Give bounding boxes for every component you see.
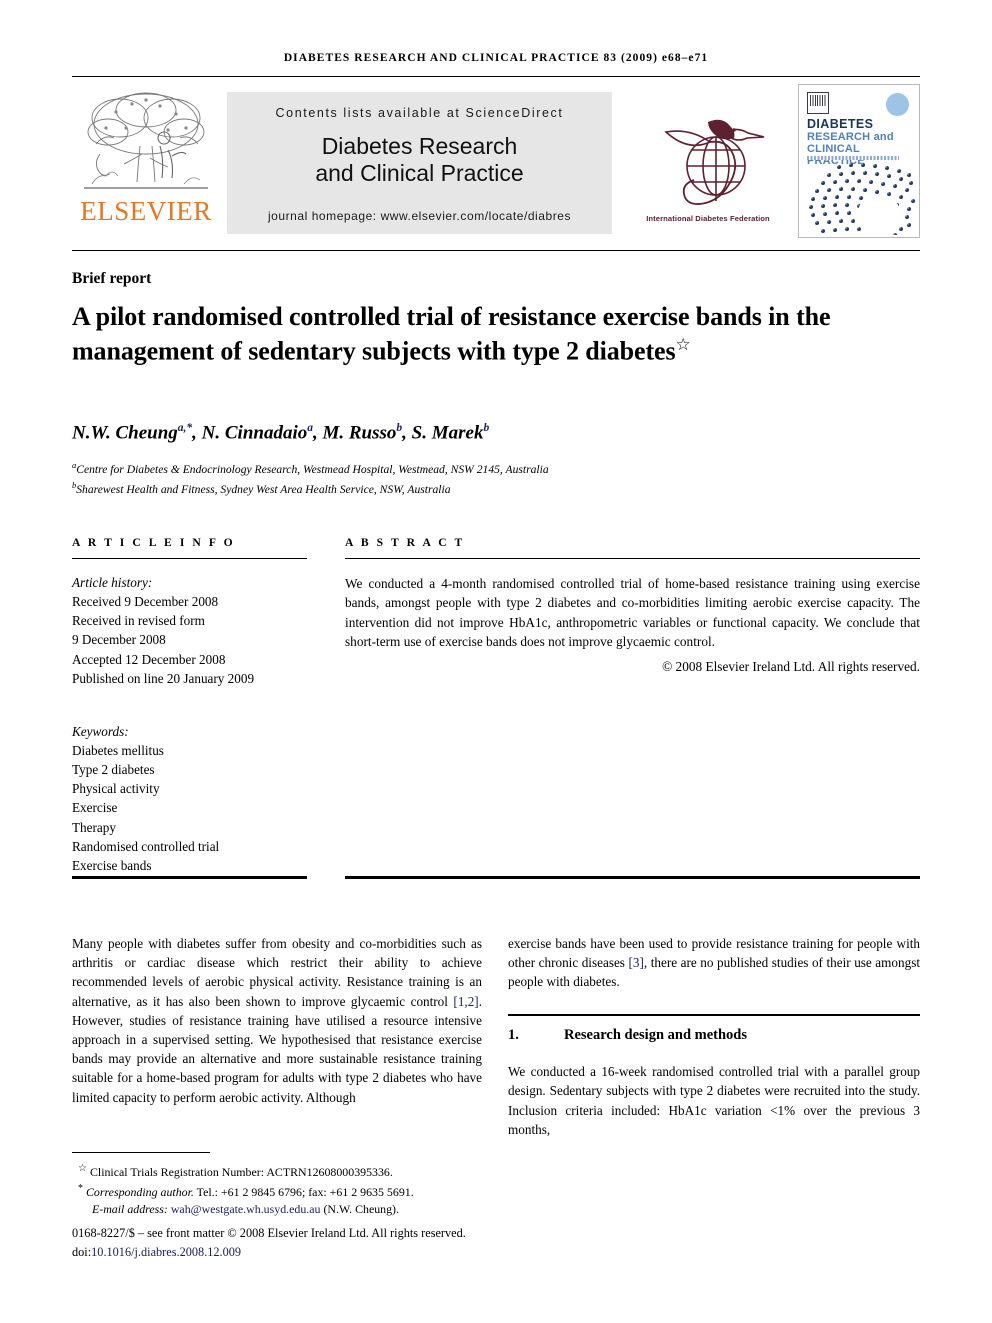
email-label: E-mail address: [92, 1202, 168, 1217]
author-list: N.W. Cheunga,*, N. Cinnadaioa, M. Russob… [72, 422, 490, 444]
section-title: Research design and methods [564, 1027, 748, 1044]
keywords-block: Keywords: Diabetes mellitus Type 2 diabe… [72, 722, 307, 875]
footnote-trial-text: Clinical Trials Registration Number: ACT… [89, 1164, 393, 1179]
section-heading-rule [508, 1013, 920, 1017]
imprint-line: 0168-8227/$ – see front matter © 2008 El… [72, 1225, 466, 1240]
hummingbird-globe-icon [664, 119, 765, 205]
doi-link[interactable]: 10.1016/j.diabres.2008.12.009 [91, 1245, 241, 1259]
article-info-heading: A R T I C L E I N F O [72, 536, 236, 549]
corresponding-author-label: Corresponding author. [85, 1184, 194, 1199]
page-title: A pilot randomised controlled trial of r… [72, 300, 872, 369]
article-history-label: Article history: [72, 575, 153, 590]
article-info-rule [72, 558, 307, 559]
article-title-text: A pilot randomised controlled trial of r… [72, 302, 831, 366]
history-item: Published on line 20 January 2009 [72, 670, 255, 686]
footnote-marker-asterisk: * [78, 1182, 83, 1194]
footnote-trial-registration: ☆ Clinical Trials Registration Number: A… [72, 1162, 542, 1182]
idf-logo: International Diabetes Federation [628, 90, 788, 236]
abstract-bottom-rule [345, 876, 920, 879]
history-item: 9 December 2008 [72, 632, 166, 648]
intro-paragraph-left: Many people with diabetes suffer from ob… [72, 934, 482, 1107]
intro-paragraph-right: exercise bands have been used to provide… [508, 934, 920, 992]
footnotes: ☆ Clinical Trials Registration Number: A… [72, 1162, 542, 1261]
article-type-label: Brief report [72, 270, 152, 287]
journal-title: Diabetes Research and Clinical Practice [315, 133, 523, 186]
sciencedirect-line: Contents lists available at ScienceDirec… [275, 106, 564, 120]
title-footnote-marker: ☆ [675, 335, 691, 355]
intro-text-a: Many people with diabetes suffer from ob… [72, 936, 482, 1009]
article-info-bottom-rule [72, 876, 307, 879]
section-heading: 1. Research design and methods [508, 1027, 920, 1044]
cover-subtitle-bar [807, 156, 899, 160]
citation-link-3[interactable]: [3] [628, 955, 643, 970]
elsevier-logo: ELSEVIER [72, 84, 220, 242]
cover-dot-pattern-icon [809, 163, 915, 235]
keyword-item: Exercise bands [72, 857, 152, 873]
keyword-item: Diabetes mellitus [72, 742, 164, 758]
cover-elsevier-mark-icon [807, 92, 829, 114]
abstract-rule [345, 558, 920, 559]
section-number: 1. [508, 1027, 519, 1044]
article-info-column: A R T I C L E I N F O Article history: R… [72, 536, 307, 875]
journal-title-line2: and Clinical Practice [315, 159, 524, 186]
intro-text-b: . However, studies of resistance trainin… [72, 993, 482, 1105]
affiliation-b: bSharewest Health and Fitness, Sydney We… [72, 480, 451, 497]
corresponding-author-contact: Tel.: +61 2 9845 6796; fax: +61 2 9635 5… [193, 1184, 414, 1199]
keyword-item: Exercise [72, 800, 118, 816]
doi-line: doi:10.1016/j.diabres.2008.12.009 [72, 1244, 542, 1262]
masthead: ELSEVIER Contents lists available at Sci… [72, 84, 920, 242]
footnote-rule [72, 1152, 210, 1153]
running-head-rule [72, 76, 920, 77]
article-history: Article history: Received 9 December 200… [72, 573, 307, 688]
citation-link-1-2[interactable]: [1,2] [453, 994, 478, 1009]
idf-caption: International Diabetes Federation [646, 213, 770, 223]
body-column-left: Many people with diabetes suffer from ob… [72, 934, 482, 1107]
keyword-item: Randomised controlled trial [72, 838, 220, 854]
email-attribution: (N.W. Cheung). [323, 1202, 399, 1217]
abstract-copyright: © 2008 Elsevier Ireland Ltd. All rights … [662, 658, 920, 674]
running-head: DIABETES RESEARCH AND CLINICAL PRACTICE … [283, 52, 709, 64]
masthead-bottom-rule [72, 250, 920, 251]
body-column-right: exercise bands have been used to provide… [508, 934, 920, 1139]
journal-cover-thumbnail: DIABETES RESEARCH and CLINICAL PRACTICE [798, 84, 920, 238]
affiliation-a: aCentre for Diabetes & Endocrinology Res… [72, 460, 549, 476]
abstract-text: We conducted a 4-month randomised contro… [345, 576, 920, 650]
history-item: Accepted 12 December 2008 [72, 651, 226, 667]
history-item: Received 9 December 2008 [72, 594, 219, 610]
history-item: Received in revised form [72, 613, 205, 629]
doi-label: doi: [72, 1244, 92, 1259]
keyword-item: Therapy [72, 819, 116, 835]
journal-banner: Contents lists available at ScienceDirec… [227, 92, 612, 234]
footnote-corresponding-author: * Corresponding author. Tel.: +61 2 9845… [72, 1182, 542, 1219]
keyword-item: Physical activity [72, 781, 160, 797]
elsevier-wordmark: ELSEVIER [80, 196, 212, 226]
journal-title-line1: Diabetes Research [321, 133, 518, 159]
keyword-item: Type 2 diabetes [72, 762, 155, 778]
section-paragraph: We conducted a 16-week randomised contro… [508, 1064, 920, 1137]
keywords-label: Keywords: [72, 723, 129, 739]
journal-homepage[interactable]: journal homepage: www.elsevier.com/locat… [227, 209, 612, 223]
cover-title-line2: RESEARCH and [807, 131, 894, 143]
affiliations: aCentre for Diabetes & Endocrinology Res… [72, 459, 920, 499]
footnote-marker-star: ☆ [78, 1163, 87, 1174]
abstract-heading: A B S T R A C T [345, 536, 465, 549]
journal-article-page: DIABETES RESEARCH AND CLINICAL PRACTICE … [0, 0, 992, 1323]
elsevier-tree-icon [84, 92, 208, 189]
footnote-email-line: E-mail address: wah@westgate.wh.usyd.edu… [88, 1201, 542, 1219]
cover-title-diabetes: DIABETES [807, 117, 874, 131]
email-link[interactable]: wah@westgate.wh.usyd.edu.au [171, 1202, 321, 1216]
abstract-column: A B S T R A C T We conducted a 4-month r… [345, 536, 920, 675]
cover-accent-circle [886, 93, 909, 116]
